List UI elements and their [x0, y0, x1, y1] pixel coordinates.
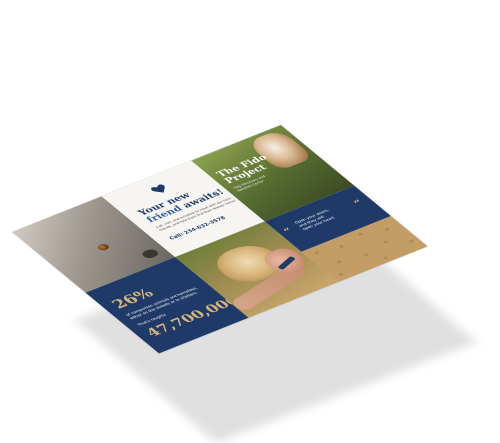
quote-open-mark: “ — [280, 225, 296, 236]
paw-icon: ❖ — [334, 259, 345, 266]
paw-icon: ❖ — [337, 243, 348, 250]
paw-icon: ❖ — [406, 238, 417, 245]
dog-nose — [139, 247, 161, 260]
brochure-stage: Your new friend awaits! Call, visit, and… — [0, 0, 500, 443]
paw-icon: ❖ — [312, 250, 323, 257]
paw-icon: ❖ — [381, 255, 392, 262]
paw-icon: ❖ — [381, 239, 392, 246]
dog-eye — [96, 242, 111, 252]
quote-text: Open your doors, and they will open your… — [294, 209, 339, 232]
paw-icon: ❖ — [356, 231, 367, 238]
paw-icon: ❖ — [336, 271, 347, 278]
heart-icon — [149, 183, 165, 193]
paw-icon: ❖ — [382, 226, 393, 233]
quote-close-mark: ” — [351, 197, 367, 208]
paw-icon: ❖ — [362, 251, 373, 259]
